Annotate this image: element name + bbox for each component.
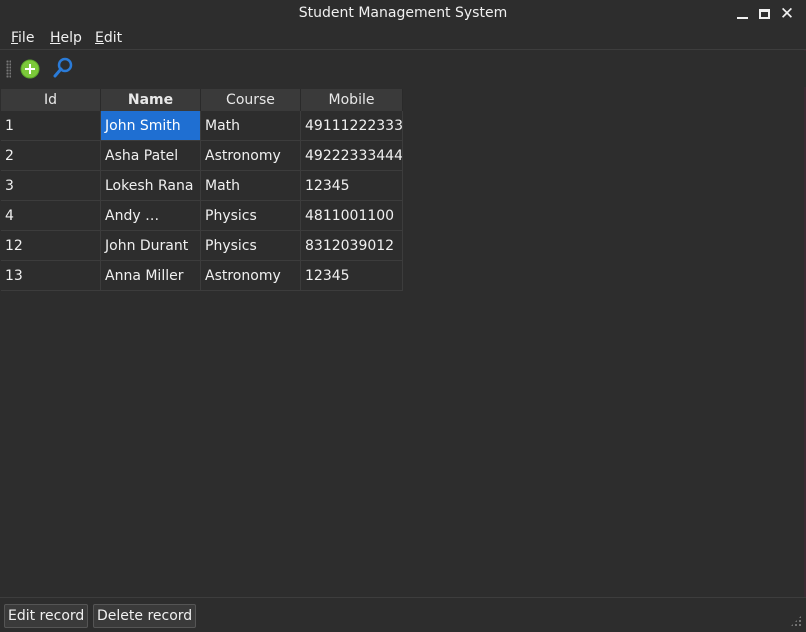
app-window: Student Management System ✕ File Help Ed… bbox=[0, 0, 806, 632]
column-header-name[interactable]: Name bbox=[101, 89, 201, 111]
menu-bar: File Help Edit bbox=[0, 28, 806, 50]
table-row[interactable]: 12 John Durant Physics 8312039012 bbox=[1, 231, 403, 261]
cell-id[interactable]: 1 bbox=[1, 111, 101, 141]
maximize-button[interactable] bbox=[754, 4, 774, 24]
students-table[interactable]: Id Name Course Mobile 1 John Smith Math … bbox=[1, 89, 403, 291]
menu-file[interactable]: File bbox=[11, 30, 34, 46]
minimize-button[interactable] bbox=[732, 4, 752, 24]
cell-id[interactable]: 12 bbox=[1, 231, 101, 261]
delete-record-button[interactable]: Delete record bbox=[93, 604, 197, 628]
cell-id[interactable]: 3 bbox=[1, 171, 101, 201]
table-header: Id Name Course Mobile bbox=[1, 89, 403, 111]
cell-name-selected[interactable]: John Smith bbox=[101, 111, 201, 141]
cell-mobile[interactable]: 12345 bbox=[301, 261, 403, 291]
table-row[interactable]: 1 John Smith Math 49111222333 bbox=[1, 111, 403, 141]
column-header-mobile[interactable]: Mobile bbox=[301, 89, 403, 111]
add-icon[interactable] bbox=[20, 59, 40, 79]
minimize-icon bbox=[736, 17, 748, 19]
cell-course[interactable]: Math bbox=[201, 171, 301, 201]
table-row[interactable]: 4 Andy … Physics 4811001100 bbox=[1, 201, 403, 231]
cell-course[interactable]: Astronomy bbox=[201, 261, 301, 291]
cell-id[interactable]: 13 bbox=[1, 261, 101, 291]
menu-help[interactable]: Help bbox=[50, 30, 82, 46]
column-header-course[interactable]: Course bbox=[201, 89, 301, 111]
status-bar: Edit record Delete record bbox=[0, 597, 806, 632]
cell-mobile[interactable]: 8312039012 bbox=[301, 231, 403, 261]
toolbar bbox=[0, 51, 806, 87]
menu-edit[interactable]: Edit bbox=[95, 30, 122, 46]
cell-course[interactable]: Math bbox=[201, 111, 301, 141]
column-header-id[interactable]: Id bbox=[1, 89, 101, 111]
toolbar-grip-handle[interactable] bbox=[6, 60, 11, 78]
cell-id[interactable]: 4 bbox=[1, 201, 101, 231]
window-title: Student Management System bbox=[298, 5, 508, 21]
cell-mobile[interactable]: 4811001100 bbox=[301, 201, 403, 231]
close-button[interactable]: ✕ bbox=[777, 4, 797, 24]
cell-name[interactable]: Anna Miller bbox=[101, 261, 201, 291]
edit-record-button[interactable]: Edit record bbox=[4, 604, 89, 628]
cell-course[interactable]: Astronomy bbox=[201, 141, 301, 171]
cell-name[interactable]: Asha Patel bbox=[101, 141, 201, 171]
table-row[interactable]: 2 Asha Patel Astronomy 49222333444 bbox=[1, 141, 403, 171]
cell-name[interactable]: John Durant bbox=[101, 231, 201, 261]
cell-mobile[interactable]: 49222333444 bbox=[301, 141, 403, 171]
cell-mobile[interactable]: 49111222333 bbox=[301, 111, 403, 141]
search-icon[interactable] bbox=[52, 57, 74, 79]
cell-name[interactable]: Andy … bbox=[101, 201, 201, 231]
cell-id[interactable]: 2 bbox=[1, 141, 101, 171]
table-row[interactable]: 3 Lokesh Rana Math 12345 bbox=[1, 171, 403, 201]
table-row[interactable]: 13 Anna Miller Astronomy 12345 bbox=[1, 261, 403, 291]
cell-course[interactable]: Physics bbox=[201, 201, 301, 231]
cell-name[interactable]: Lokesh Rana bbox=[101, 171, 201, 201]
close-icon: ✕ bbox=[779, 3, 795, 24]
title-bar[interactable]: Student Management System ✕ bbox=[0, 0, 806, 28]
cell-mobile[interactable]: 12345 bbox=[301, 171, 403, 201]
maximize-icon bbox=[758, 9, 770, 19]
cell-course[interactable]: Physics bbox=[201, 231, 301, 261]
